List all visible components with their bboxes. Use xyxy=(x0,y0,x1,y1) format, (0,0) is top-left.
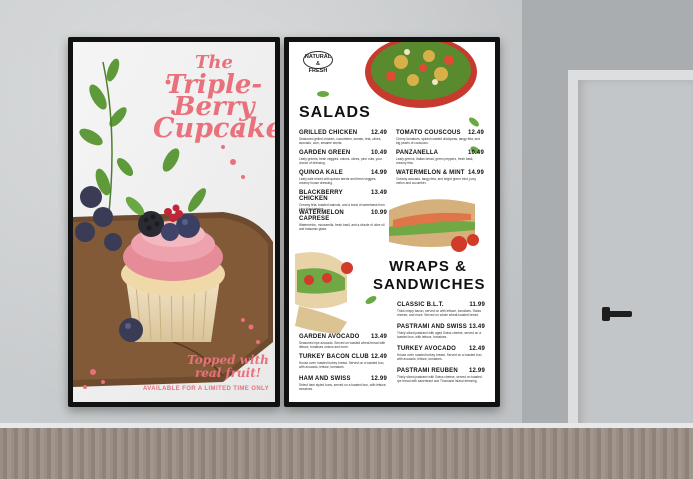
menu-item: WATERMELON & MINT 14.99 Creamy avocado, t… xyxy=(396,170,484,185)
menu-item-desc: Creamy avocado, tangy feta, and bright g… xyxy=(396,177,476,185)
menu-item-name: TURKEY BACON CLUB xyxy=(299,354,369,360)
menu-item-desc: Seasoned grilled chicken, cucumbers, tom… xyxy=(299,137,382,145)
menu-item-desc: Thinly sliced pastrami with aged Swiss c… xyxy=(397,331,481,339)
menu-item: TURKEY AVOCADO 12.49 House oven roasted t… xyxy=(397,346,485,361)
menu-item-price: 12.49 xyxy=(370,130,387,136)
menu-item-name: GARDEN GREEN xyxy=(299,150,351,156)
menu-item-desc: Leafy greens, Italian bread, green peppe… xyxy=(396,157,474,165)
menu-item-price: 12.99 xyxy=(468,368,485,374)
salads-heading: SALADS xyxy=(299,104,371,121)
menu-item-desc: Select ham styled buns, served on a toas… xyxy=(299,383,387,391)
menu-item-name: GARDEN AVOCADO xyxy=(299,334,360,340)
menu-panel: NATURAL & FRESH SALADS GRILLED CHICKEN 12… xyxy=(289,42,495,402)
promo-display-screen: The Triple- Berry Cupcake Topped with re… xyxy=(68,37,280,407)
room-scene: The Triple- Berry Cupcake Topped with re… xyxy=(0,0,693,479)
menu-item: CLASSIC B.L.T. 11.99 Thick crispy bacon, … xyxy=(397,302,485,317)
promo-title: The Triple- Berry Cupcake xyxy=(153,52,275,144)
wraps-heading-line: SANDWICHES xyxy=(373,276,486,293)
menu-item-price: 12.49 xyxy=(467,130,484,136)
menu-item: WATERMELON CAPRESE 10.99 Watermelon, mozz… xyxy=(299,210,387,231)
wraps-heading: WRAPS & SANDWICHES xyxy=(373,258,486,294)
brand-line: FRESH xyxy=(308,68,328,74)
menu-item-price: 12.99 xyxy=(370,376,387,382)
menu-item-price: 12.49 xyxy=(370,354,387,360)
menu-item: GRILLED CHICKEN 12.49 Seasoned grilled ch… xyxy=(299,130,387,145)
menu-item: PASTRAMI REUBEN 12.99 Thinly sliced pastr… xyxy=(397,368,485,383)
brand-logo: NATURAL & FRESH xyxy=(299,51,337,74)
menu-item-desc: Leafy kale mixed with quinoa seeds and f… xyxy=(299,177,377,185)
menu-item-name: QUINOA KALE xyxy=(299,170,343,176)
menu-item: BLACKBERRY CHICKEN 13.49 Creamy feta, toa… xyxy=(299,190,387,211)
menu-item-price: 11.99 xyxy=(469,302,485,308)
menu-item: GARDEN AVOCADO 13.49 Seasoned ripe avocad… xyxy=(299,334,387,349)
wraps-heading-line: WRAPS & xyxy=(389,258,467,275)
brand-line: NATURAL xyxy=(304,54,332,60)
menu-display-screen: NATURAL & FRESH SALADS GRILLED CHICKEN 12… xyxy=(284,37,500,407)
menu-item-desc: House oven roasted turkey breast. Served… xyxy=(299,361,385,369)
menu-item: GARDEN GREEN 10.49 Leafy greens, fresh ve… xyxy=(299,150,387,165)
menu-item-price: 10.99 xyxy=(370,210,387,216)
menu-item-name: PANZANELLA xyxy=(396,150,439,156)
promo-footer: AVAILABLE FOR A LIMITED TIME ONLY xyxy=(143,386,269,392)
promo-subtitle-line: real fruit! xyxy=(194,366,262,380)
menu-item-name: PASTRAMI REUBEN xyxy=(397,368,458,374)
menu-item-name: WATERMELON & MINT xyxy=(396,170,465,176)
door xyxy=(578,80,693,479)
brand-logo-ring: NATURAL & FRESH xyxy=(303,51,333,74)
brand-line: & xyxy=(316,61,320,67)
menu-item: QUINOA KALE 14.99 Leafy kale mixed with q… xyxy=(299,170,387,185)
menu-item: HAM AND SWISS 12.99 Select ham styled bun… xyxy=(299,376,387,391)
menu-item: TOMATO COUSCOUS 12.49 Cherry tomatoes, sp… xyxy=(396,130,484,145)
menu-item: TURKEY BACON CLUB 12.49 House oven roaste… xyxy=(299,354,387,369)
menu-item-price: 12.49 xyxy=(468,346,485,352)
menu-item-name: PASTRAMI AND SWISS xyxy=(397,324,467,330)
promo-panel: The Triple- Berry Cupcake Topped with re… xyxy=(73,42,275,402)
menu-item-desc: Seasoned ripe avocado. Served on toasted… xyxy=(299,341,386,349)
promo-subtitle: Topped with real fruit! xyxy=(183,354,273,380)
menu-item-desc: Watermelon, mozzarella, fresh basil, and… xyxy=(299,223,385,231)
menu-item-name: GRILLED CHICKEN xyxy=(299,130,358,136)
menu-item-name: BLACKBERRY CHICKEN xyxy=(299,190,343,202)
menu-item-price: 10.49 xyxy=(370,150,387,156)
menu-item-name: HAM AND SWISS xyxy=(299,376,351,382)
menu-item-name: TOMATO COUSCOUS xyxy=(396,130,461,136)
menu-item-desc: Thick crispy bacon, served on with lettu… xyxy=(397,309,481,317)
menu-item-desc: House oven roasted turkey breast. Served… xyxy=(397,353,483,361)
menu-item-price: 14.99 xyxy=(467,170,484,176)
menu-item-price: 13.49 xyxy=(468,324,485,330)
door-handle xyxy=(602,307,632,321)
menu-item-desc: Thinly sliced pastrami with Swiss cheese… xyxy=(397,375,482,383)
menu-item-desc: Leafy greens, fresh veggies, onions, oli… xyxy=(299,157,382,165)
menu-item-price: 10.49 xyxy=(467,150,484,156)
menu-item: PANZANELLA 10.49 Leafy greens, Italian br… xyxy=(396,150,484,165)
menu-item-price: 13.49 xyxy=(370,190,387,196)
menu-item-desc: Cherry tomatoes, spiced roasted chickpea… xyxy=(396,137,480,145)
menu-item-price: 13.49 xyxy=(370,334,387,340)
promo-title-line: Cupcake xyxy=(153,113,275,144)
menu-item: PASTRAMI AND SWISS 13.49 Thinly sliced pa… xyxy=(397,324,485,339)
wood-paneling xyxy=(0,428,693,479)
menu-item-price: 14.99 xyxy=(370,170,387,176)
menu-item-name: CLASSIC B.L.T. xyxy=(397,302,444,308)
menu-item-name: WATERMELON CAPRESE xyxy=(299,210,344,222)
menu-item-name: TURKEY AVOCADO xyxy=(397,346,457,352)
